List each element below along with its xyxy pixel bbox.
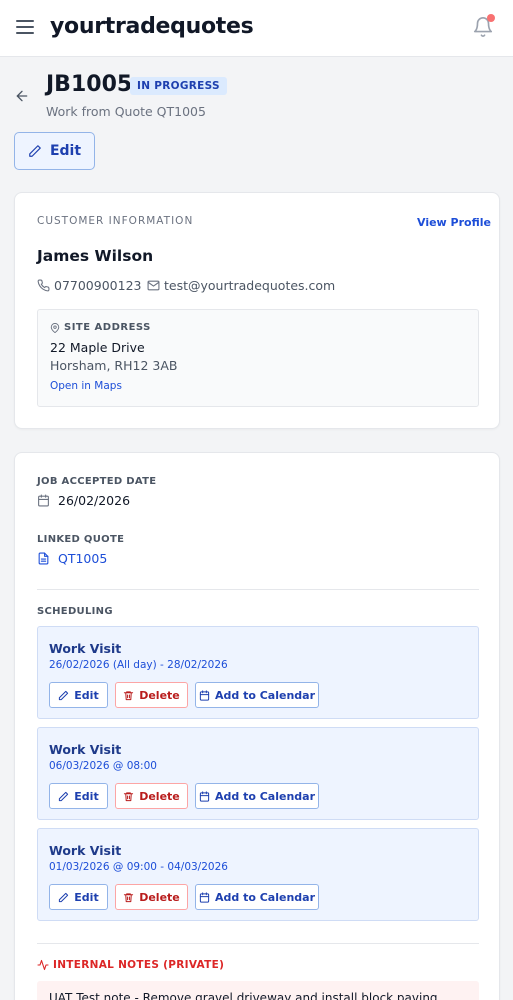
site-label-text: SITE ADDRESS xyxy=(64,322,151,333)
page-title: JB1005 xyxy=(46,72,133,97)
page-subtitle: Work from Quote QT1005 xyxy=(46,104,206,119)
trash-icon xyxy=(124,892,134,902)
visit-card: Work Visit 06/03/2026 @ 08:00 Edit Delet… xyxy=(37,727,479,820)
open-in-maps-link[interactable]: Open in Maps xyxy=(50,380,122,392)
visit-delete-label: Delete xyxy=(139,789,180,803)
address-line-2: Horsham, RH12 3AB xyxy=(50,358,178,373)
accepted-date-label: JOB ACCEPTED DATE xyxy=(37,476,157,487)
visit-delete-label: Delete xyxy=(139,890,180,904)
add-to-calendar-button[interactable]: Add to Calendar xyxy=(195,682,319,708)
site-address-label: SITE ADDRESS xyxy=(50,322,151,333)
bell-icon[interactable] xyxy=(472,14,495,38)
visit-edit-button[interactable]: Edit xyxy=(49,783,108,809)
visit-title: Work Visit xyxy=(49,641,122,656)
add-to-calendar-label: Add to Calendar xyxy=(214,890,315,904)
add-to-calendar-button[interactable]: Add to Calendar xyxy=(195,783,319,809)
menu-icon[interactable] xyxy=(16,20,34,36)
job-details-card: JOB ACCEPTED DATE 26/02/2026 LINKED QUOT… xyxy=(14,452,500,1000)
linked-quote-label: LINKED QUOTE xyxy=(37,534,125,545)
visit-card: Work Visit 26/02/2026 (All day) - 28/02/… xyxy=(37,626,479,719)
divider xyxy=(37,943,479,944)
add-to-calendar-button[interactable]: Add to Calendar xyxy=(195,884,319,910)
visit-edit-label: Edit xyxy=(74,890,99,904)
linked-quote-link[interactable]: QT1005 xyxy=(37,551,107,566)
customer-section-label: CUSTOMER INFORMATION xyxy=(37,215,194,227)
visit-delete-button[interactable]: Delete xyxy=(115,783,188,809)
linked-quote-value: QT1005 xyxy=(58,551,108,566)
calendar-icon xyxy=(199,891,210,903)
calendar-icon xyxy=(199,689,210,701)
edit-job-label: Edit xyxy=(49,143,82,159)
visit-delete-button[interactable]: Delete xyxy=(115,682,188,708)
app-logo[interactable]: yourtradequotes xyxy=(50,14,254,39)
visit-card: Work Visit 01/03/2026 @ 09:00 - 04/03/20… xyxy=(37,828,479,921)
visit-edit-button[interactable]: Edit xyxy=(49,884,108,910)
add-to-calendar-label: Add to Calendar xyxy=(214,688,315,702)
visit-title: Work Visit xyxy=(49,742,122,757)
trash-icon xyxy=(124,791,134,801)
internal-notes-label-text: INTERNAL NOTES (PRIVATE) xyxy=(53,959,225,971)
customer-email[interactable]: test@yourtradequotes.com xyxy=(147,278,335,293)
trash-icon xyxy=(124,690,134,700)
mail-icon xyxy=(147,280,160,291)
site-address-box: SITE ADDRESS 22 Maple Drive Horsham, RH1… xyxy=(37,309,479,407)
view-profile-link[interactable]: View Profile xyxy=(417,216,491,229)
visit-edit-label: Edit xyxy=(74,688,99,702)
pencil-icon xyxy=(59,690,69,700)
internal-notes-text: UAT Test note - Remove gravel driveway a… xyxy=(49,991,438,1000)
add-to-calendar-label: Add to Calendar xyxy=(214,789,315,803)
address-line-1: 22 Maple Drive xyxy=(50,340,145,355)
divider xyxy=(37,589,479,590)
accepted-date-value: 26/02/2026 xyxy=(58,493,131,508)
notification-dot xyxy=(487,14,495,22)
internal-notes-label: INTERNAL NOTES (PRIVATE) xyxy=(37,959,224,971)
customer-phone[interactable]: 07700900123 xyxy=(37,278,141,293)
visit-edit-button[interactable]: Edit xyxy=(49,682,108,708)
customer-name: James Wilson xyxy=(37,247,154,265)
arrow-left-icon xyxy=(16,90,28,102)
map-pin-icon xyxy=(50,322,60,333)
visit-date: 01/03/2026 @ 09:00 - 04/03/2026 xyxy=(49,861,228,873)
internal-notes-box: UAT Test note - Remove gravel driveway a… xyxy=(37,981,479,1000)
file-icon xyxy=(38,552,49,565)
visit-delete-button[interactable]: Delete xyxy=(115,884,188,910)
edit-job-button[interactable]: Edit xyxy=(14,132,95,170)
phone-icon xyxy=(37,279,50,292)
pencil-icon xyxy=(59,791,69,801)
visit-delete-label: Delete xyxy=(139,688,180,702)
pencil-icon xyxy=(59,892,69,902)
status-badge: IN PROGRESS xyxy=(130,77,227,95)
phone-number: 07700900123 xyxy=(54,278,142,293)
visit-date: 06/03/2026 @ 08:00 xyxy=(49,760,157,772)
visit-date: 26/02/2026 (All day) - 28/02/2026 xyxy=(49,659,228,671)
customer-card: CUSTOMER INFORMATION View Profile James … xyxy=(14,192,500,429)
accepted-date: 26/02/2026 xyxy=(37,493,130,508)
calendar-icon xyxy=(199,790,210,802)
email-address: test@yourtradequotes.com xyxy=(164,278,336,293)
calendar-icon xyxy=(38,494,49,507)
back-button[interactable] xyxy=(14,88,32,104)
pencil-icon xyxy=(29,145,41,157)
visit-edit-label: Edit xyxy=(74,789,99,803)
activity-icon xyxy=(37,959,49,971)
scheduling-label: SCHEDULING xyxy=(37,606,113,617)
visit-title: Work Visit xyxy=(49,843,122,858)
top-bar: yourtradequotes xyxy=(0,0,513,57)
